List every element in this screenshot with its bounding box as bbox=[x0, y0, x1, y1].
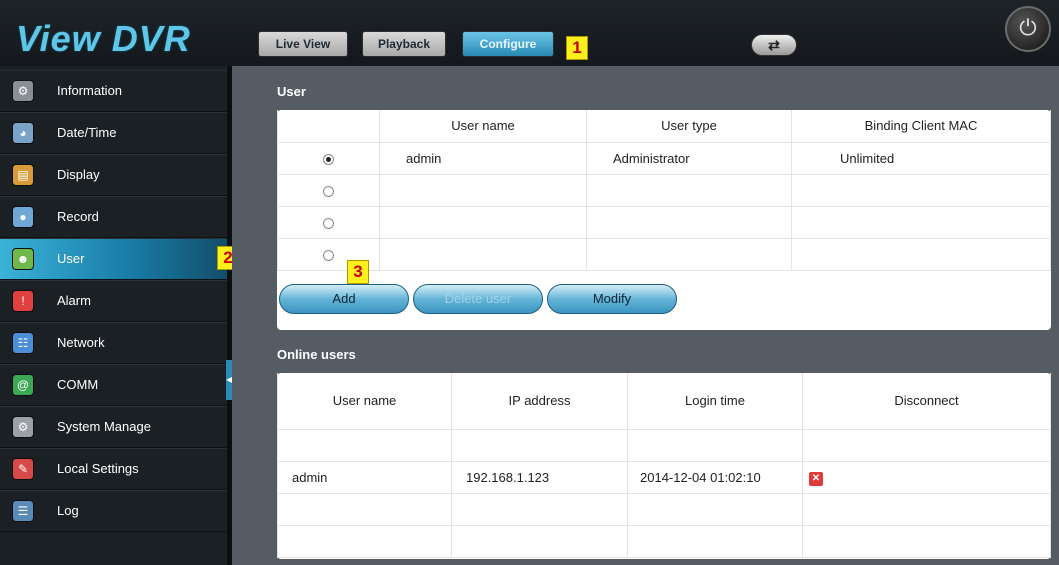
sidebar-item-label: COMM bbox=[57, 377, 99, 392]
login-time-cell: 2014-12-04 01:02:10 bbox=[627, 460, 803, 494]
table-row bbox=[277, 428, 1051, 462]
sidebar-item-label: Information bbox=[57, 83, 123, 98]
sidebar-item-label: Date/Time bbox=[57, 125, 117, 140]
online-users-section-title: Online users bbox=[277, 347, 356, 362]
table-row[interactable] bbox=[277, 237, 1051, 271]
binding-mac-cell bbox=[791, 237, 1051, 271]
user-select-radio[interactable] bbox=[323, 185, 334, 197]
table-header: User name bbox=[379, 110, 587, 143]
table-row bbox=[277, 492, 1051, 526]
sidebar-item-label: User bbox=[57, 251, 85, 266]
power-button[interactable]: ⏻ bbox=[1005, 6, 1051, 52]
playback-button[interactable]: Playback bbox=[362, 31, 446, 57]
sidebar-item-label: Alarm bbox=[57, 293, 91, 308]
sidebar-item-local-settings[interactable]: ✎ Local Settings bbox=[0, 448, 227, 490]
sidebar: ⚙ Information ◕ Date/Time ▤ Display ● Re… bbox=[0, 66, 227, 565]
user-panel: User name User type Binding Client MAC a… bbox=[277, 110, 1051, 330]
user-table: User name User type Binding Client MAC a… bbox=[277, 110, 1051, 271]
alarm-icon: ! bbox=[12, 290, 34, 312]
table-header: Disconnect bbox=[802, 373, 1051, 430]
sidebar-item-label: Network bbox=[57, 335, 105, 350]
binding-mac-cell bbox=[791, 173, 1051, 207]
binding-mac-cell: Unlimited bbox=[791, 141, 1051, 175]
table-header: User name bbox=[277, 373, 452, 430]
table-header: IP address bbox=[451, 373, 628, 430]
sidebar-item-record[interactable]: ● Record bbox=[0, 196, 227, 238]
user-type-cell bbox=[586, 237, 792, 271]
sidebar-item-comm[interactable]: @ COMM bbox=[0, 364, 227, 406]
table-row[interactable]: admin Administrator Unlimited bbox=[277, 141, 1051, 175]
power-icon: ⏻ bbox=[1019, 15, 1037, 40]
local-settings-icon: ✎ bbox=[12, 458, 34, 480]
sidebar-item-label: Local Settings bbox=[57, 461, 139, 476]
user-name-cell: admin bbox=[379, 141, 587, 175]
online-user-name-cell: admin bbox=[277, 460, 452, 494]
user-select-radio[interactable] bbox=[323, 249, 334, 261]
user-type-cell bbox=[586, 205, 792, 239]
sidebar-item-user[interactable]: ☻ User bbox=[0, 238, 227, 280]
online-users-table: User name IP address Login time Disconne… bbox=[277, 373, 1051, 558]
app-logo: View DVR bbox=[16, 18, 191, 59]
user-section-title: User bbox=[277, 84, 306, 99]
user-type-cell: Administrator bbox=[586, 141, 792, 175]
table-row bbox=[277, 524, 1051, 558]
sidebar-item-alarm[interactable]: ! Alarm bbox=[0, 280, 227, 322]
system-manage-icon: ⚙ bbox=[12, 416, 34, 438]
sidebar-item-label: System Manage bbox=[57, 419, 151, 434]
callout-1: 1 bbox=[566, 36, 588, 60]
sidebar-item-display[interactable]: ▤ Display bbox=[0, 154, 227, 196]
user-select-radio[interactable] bbox=[323, 217, 334, 229]
record-icon: ● bbox=[12, 206, 34, 228]
add-user-button[interactable]: Add bbox=[279, 284, 409, 314]
network-icon: ☷ bbox=[12, 332, 34, 354]
sidebar-item-log[interactable]: ☰ Log bbox=[0, 490, 227, 532]
table-header: Login time bbox=[627, 373, 803, 430]
sidebar-item-system-manage[interactable]: ⚙ System Manage bbox=[0, 406, 227, 448]
main-content: User User name User type Binding Client … bbox=[232, 66, 1059, 565]
table-row: admin 192.168.1.123 2014-12-04 01:02:10 … bbox=[277, 460, 1051, 494]
user-name-cell bbox=[379, 205, 587, 239]
user-select-radio[interactable] bbox=[323, 153, 334, 165]
user-type-cell bbox=[586, 173, 792, 207]
ip-address-cell: 192.168.1.123 bbox=[451, 460, 628, 494]
swap-arrows-icon: ⇄ bbox=[768, 37, 780, 53]
table-header: Binding Client MAC bbox=[791, 110, 1051, 143]
sidebar-item-network[interactable]: ☷ Network bbox=[0, 322, 227, 364]
user-icon: ☻ bbox=[12, 248, 34, 270]
binding-mac-cell bbox=[791, 205, 1051, 239]
disconnect-icon[interactable]: ✕ bbox=[809, 471, 823, 486]
online-users-panel: User name IP address Login time Disconne… bbox=[277, 373, 1051, 559]
sidebar-item-label: Display bbox=[57, 167, 100, 182]
user-name-cell bbox=[379, 173, 587, 207]
table-row[interactable] bbox=[277, 205, 1051, 239]
comm-icon: @ bbox=[12, 374, 34, 396]
display-icon: ▤ bbox=[12, 164, 34, 186]
table-header bbox=[277, 110, 380, 143]
table-row[interactable] bbox=[277, 173, 1051, 207]
sidebar-item-date-time[interactable]: ◕ Date/Time bbox=[0, 112, 227, 154]
sidebar-item-label: Log bbox=[57, 503, 79, 518]
log-icon: ☰ bbox=[12, 500, 34, 522]
live-view-button[interactable]: Live View bbox=[258, 31, 348, 57]
callout-3: 3 bbox=[347, 260, 369, 284]
delete-user-button[interactable]: Delete user bbox=[413, 284, 543, 314]
user-name-cell bbox=[379, 237, 587, 271]
clock-icon: ◕ bbox=[12, 122, 34, 144]
switch-view-button[interactable]: ⇄ bbox=[751, 34, 797, 56]
modify-user-button[interactable]: Modify bbox=[547, 284, 677, 314]
table-header: User type bbox=[586, 110, 792, 143]
configure-button[interactable]: Configure bbox=[462, 31, 554, 57]
information-icon: ⚙ bbox=[12, 80, 34, 102]
sidebar-item-information[interactable]: ⚙ Information bbox=[0, 70, 227, 112]
header-bar: View DVR Live View Playback Configure 1 … bbox=[0, 0, 1059, 66]
disconnect-cell: ✕ bbox=[802, 460, 1051, 494]
sidebar-item-label: Record bbox=[57, 209, 99, 224]
